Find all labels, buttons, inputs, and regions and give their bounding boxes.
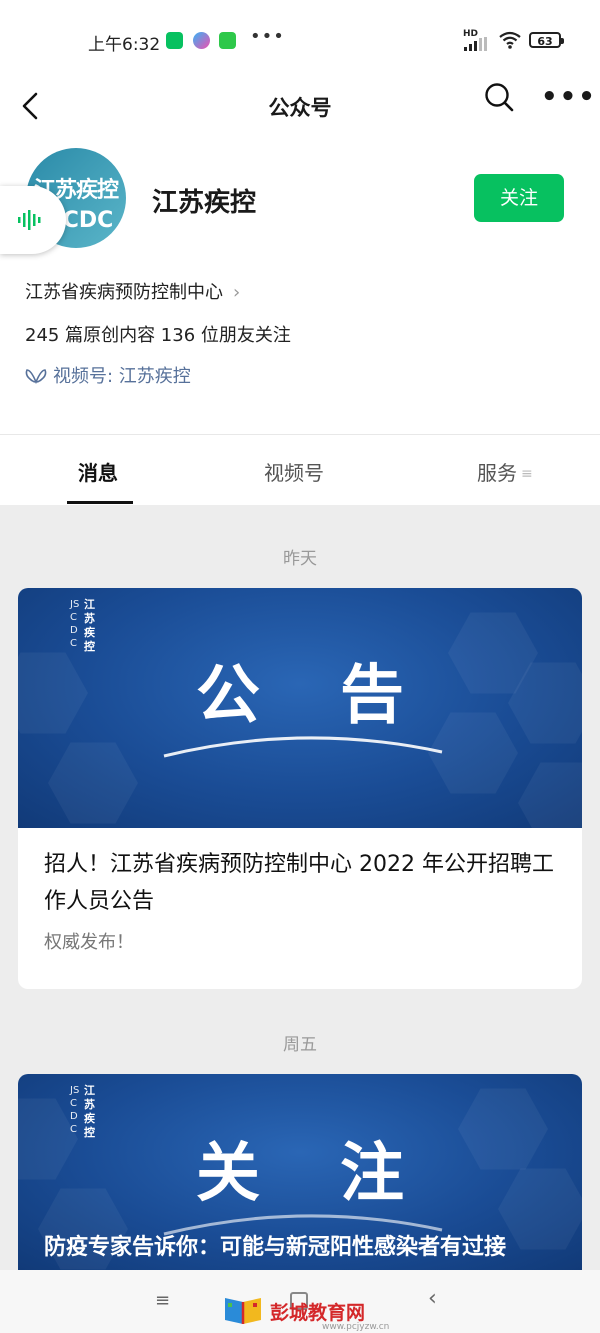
search-icon[interactable] (482, 80, 516, 114)
account-name: 江苏疾控 (152, 188, 257, 218)
play-notification-icon (193, 32, 210, 49)
status-bar: 上午6:32 ••• HD 63 (0, 0, 600, 78)
tab-bar: 消息 视频号 服务 ≡ (0, 435, 600, 505)
menu-icon: ≡ (521, 466, 533, 482)
active-tab-indicator (67, 501, 133, 504)
audio-float-button[interactable] (0, 186, 66, 254)
tab-services-label: 服务 (477, 461, 517, 485)
wechat-notification-icon (166, 32, 183, 49)
tab-messages[interactable]: 消息 (78, 457, 118, 486)
account-profile: 江苏疾控 JSCDC 江苏疾控 关注 江苏省疾病预防控制中心 › 245 篇原创内… (0, 138, 600, 434)
account-stats: 245 篇原创内容 136 位朋友关注 (25, 325, 291, 346)
more-options-icon[interactable]: ••• (541, 82, 597, 112)
battery-icon: 63 (529, 32, 564, 48)
follow-button[interactable]: 关注 (474, 174, 564, 222)
date-label: 昨天 (283, 549, 317, 569)
article-subtitle: 权威发布！ (44, 932, 134, 953)
tab-video-channel[interactable]: 视频号 (264, 457, 324, 486)
banner-logo-letters: JSCDC (70, 599, 80, 649)
banner-arc-decoration (163, 736, 443, 758)
article-banner: JSCDC 江苏疾控 公告 (18, 588, 582, 828)
video-channel-icon (25, 369, 47, 385)
watermark-text: 彭城教育网 (270, 1302, 366, 1324)
organization-name: 江苏省疾病预防控制中心 (25, 282, 223, 303)
wifi-icon (499, 31, 521, 49)
audio-wave-icon (18, 210, 41, 230)
article-card[interactable]: JSCDC 江苏疾控 公告 招人！江苏省疾病预防控制中心 2022 年公开招聘工… (18, 588, 582, 989)
article-title: 招人！江苏省疾病预防控制中心 2022 年公开招聘工作人员公告 (44, 852, 554, 914)
menu-nav-icon[interactable]: ≡ (155, 1290, 170, 1311)
video-channel-link[interactable]: 视频号: 江苏疾控 (25, 362, 191, 388)
top-nav-bar: 公众号 ••• (0, 78, 600, 138)
banner-headline: 关注 (196, 1137, 484, 1211)
video-channel-label: 视频号: 江苏疾控 (53, 366, 191, 387)
organization-link[interactable]: 江苏省疾病预防控制中心 › (25, 278, 240, 304)
back-nav-icon[interactable]: ‹ (428, 1286, 437, 1311)
iqiyi-notification-icon (219, 32, 236, 49)
more-notifications-icon: ••• (250, 26, 285, 47)
banner-headline: 公告 (196, 659, 484, 733)
date-label: 周五 (283, 1035, 317, 1055)
watermark-url: www.pcjyzw.cn (322, 1322, 390, 1332)
signal-icon (464, 37, 487, 51)
tab-services[interactable]: 服务 ≡ (477, 457, 533, 486)
chevron-right-icon: › (233, 282, 241, 303)
status-time: 上午6:32 (88, 35, 161, 55)
article-title: 防疫专家告诉你：可能与新冠阳性感染者有过接 (44, 1235, 507, 1260)
book-logo-icon (225, 1298, 261, 1324)
